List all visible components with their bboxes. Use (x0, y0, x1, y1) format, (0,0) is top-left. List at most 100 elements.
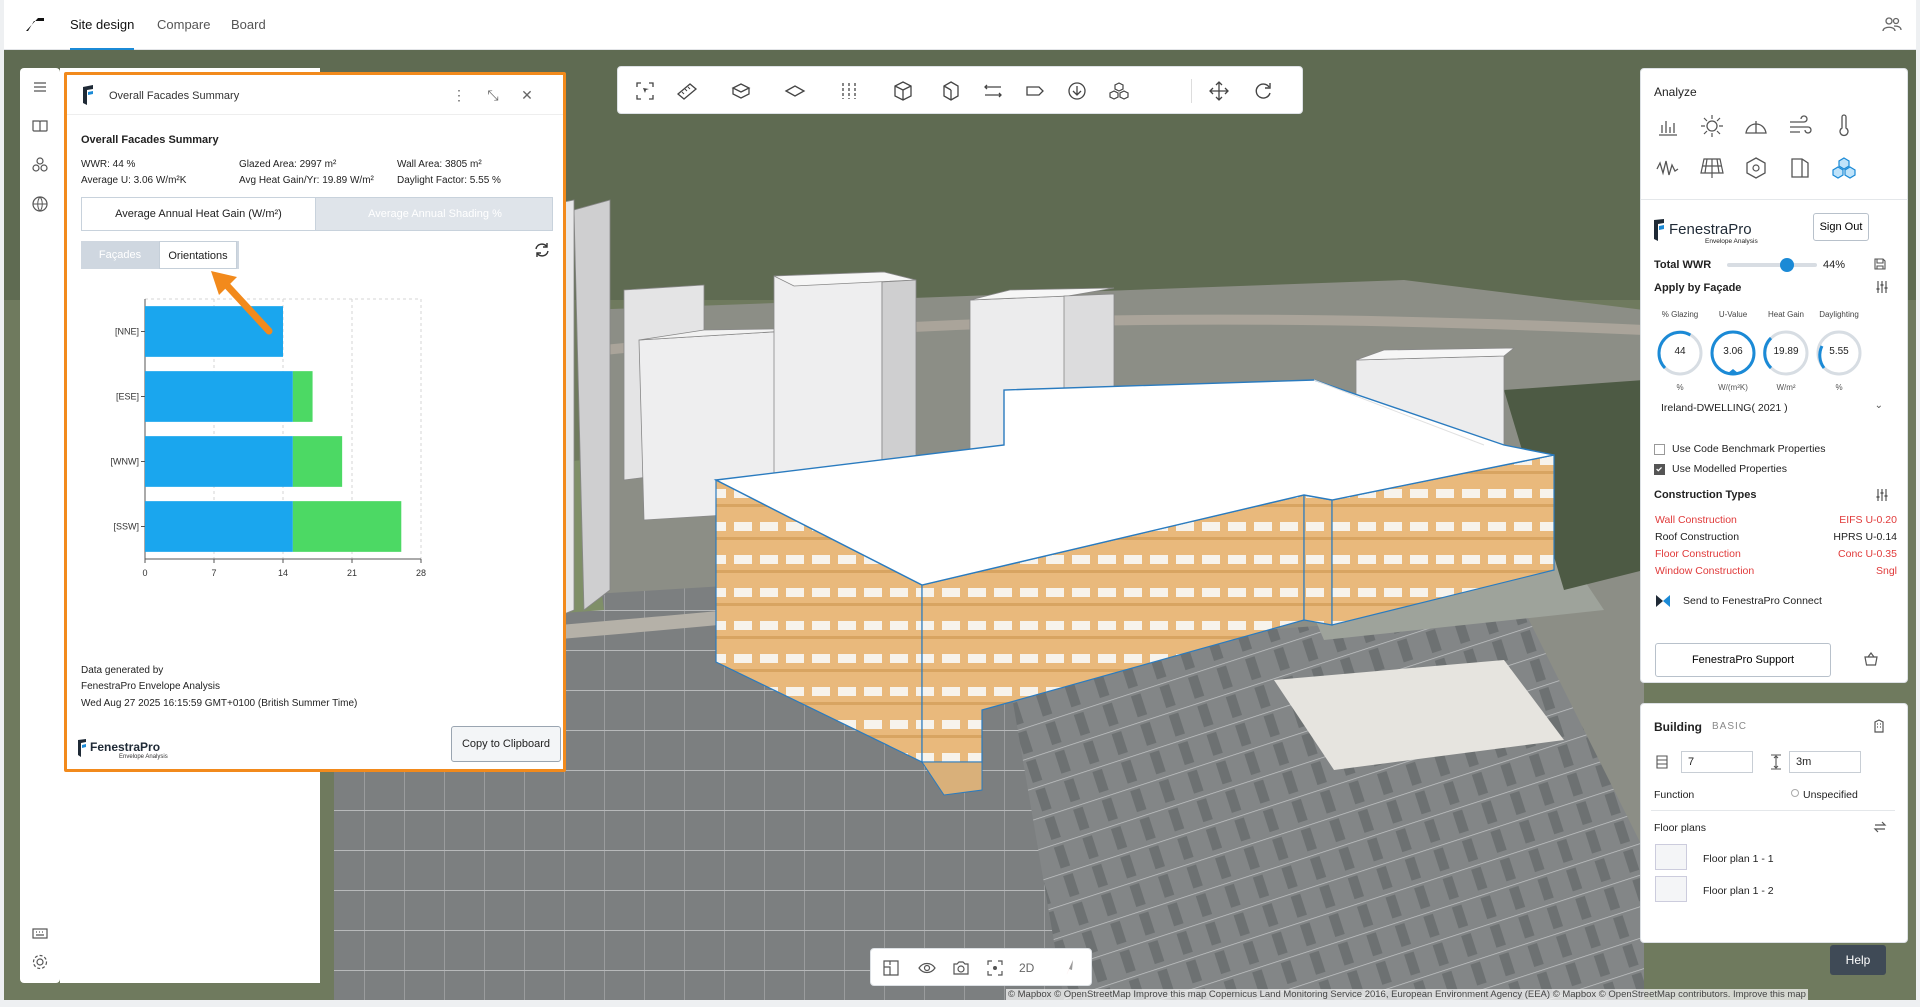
gauge-unit-glazing: % (1676, 383, 1684, 392)
refresh-icon[interactable] (533, 241, 551, 259)
slider-knob[interactable] (1779, 258, 1794, 272)
y-tick-label: [ESE] (116, 392, 139, 402)
tag-icon[interactable] (1024, 80, 1046, 102)
floor-plan-thumbnail (1655, 844, 1687, 870)
help-button[interactable]: Help (1830, 945, 1886, 975)
use-modelled-checkbox[interactable] (1654, 464, 1665, 475)
basket-icon[interactable] (1863, 651, 1879, 667)
gear-icon[interactable] (31, 953, 49, 971)
stat-wwr: WWR: 44 % (81, 159, 136, 170)
grouping-tabs: Façades Orientations (81, 241, 239, 269)
analyze-panel: Analyze FenestraPro Envelope Analysis Si… (1640, 68, 1908, 683)
facades-summary-window: Overall Facades Summary ⋮ ⤡ ✕ Overall Fa… (64, 72, 566, 772)
mode-2d-toggle[interactable]: 2D (1019, 958, 1043, 978)
tab-site-design[interactable]: Site design (70, 0, 135, 50)
floor-plan-item[interactable]: Floor plan 1 - 1 (1703, 853, 1774, 865)
focus-icon[interactable] (985, 958, 1005, 978)
column-icon[interactable] (838, 80, 860, 102)
cluster-icon[interactable] (1108, 80, 1130, 102)
construction-value[interactable]: HPRS U-0.14 (1833, 531, 1897, 543)
use-code-benchmark-checkbox[interactable] (1654, 444, 1665, 455)
gauge-value-u-value: 3.06 (1723, 346, 1743, 357)
window-title: Overall Facades Summary (109, 90, 240, 102)
collapse-icon[interactable]: ⤡ (485, 87, 501, 103)
height-input[interactable]: 3m (1789, 751, 1861, 773)
compass-icon[interactable] (1059, 958, 1079, 978)
sun-icon[interactable] (1699, 113, 1725, 139)
floors-icon (1656, 755, 1668, 769)
construction-name[interactable]: Window Construction (1655, 565, 1754, 577)
keyboard-icon[interactable] (31, 924, 49, 942)
send-to-connect-link[interactable]: Send to FenestraPro Connect (1683, 595, 1822, 607)
camera-icon[interactable] (951, 958, 971, 978)
tab-shading[interactable]: Average Annual Shading % (317, 198, 553, 230)
construction-name[interactable]: Roof Construction (1655, 531, 1739, 543)
map-attribution[interactable]: © Mapbox © OpenStreetMap Improve this ma… (1006, 989, 1808, 1000)
cube-outline-icon[interactable] (940, 80, 962, 102)
construction-value[interactable]: Conc U-0.35 (1838, 548, 1897, 560)
swap-icon[interactable] (1873, 820, 1887, 834)
divider (1641, 199, 1907, 200)
construction-value[interactable]: Sngl (1876, 565, 1897, 577)
wave-icon[interactable] (1655, 155, 1681, 181)
ruler-icon[interactable] (676, 80, 698, 102)
tab-heat-gain[interactable]: Average Annual Heat Gain (W/m²) (82, 198, 316, 230)
plane-icon[interactable] (784, 80, 806, 102)
close-icon[interactable]: ✕ (519, 87, 535, 103)
cluster-icon[interactable] (31, 156, 49, 174)
floor-plan-item[interactable]: Floor plan 1 - 2 (1703, 885, 1774, 897)
building-badge: BASIC (1712, 721, 1748, 732)
construction-name[interactable]: Wall Construction (1655, 514, 1737, 526)
function-radio[interactable] (1791, 789, 1799, 797)
download-icon[interactable] (1066, 80, 1088, 102)
bar-chart-icon[interactable] (1655, 113, 1681, 139)
save-icon[interactable] (1873, 257, 1887, 271)
floorplan-view-icon[interactable] (881, 958, 901, 978)
construction-value[interactable]: EIFS U-0.20 (1839, 514, 1897, 526)
view-tools: 2D (870, 948, 1092, 986)
building-options-icon[interactable] (1871, 718, 1887, 734)
benchmark-select[interactable]: Ireland-DWELLING( 2021 ) ⌄ (1651, 397, 1895, 421)
gauge-unit-heat-gain: W/m² (1776, 383, 1796, 392)
tab-orientations[interactable]: Orientations (159, 241, 237, 269)
book-icon[interactable] (31, 117, 49, 135)
tab-compare[interactable]: Compare (157, 0, 210, 50)
building-title: Building (1654, 720, 1702, 734)
hexagon-icon[interactable] (1743, 155, 1769, 181)
tab-facades[interactable]: Façades (81, 241, 159, 269)
function-value[interactable]: Unspecified (1803, 789, 1858, 801)
use-code-benchmark-label: Use Code Benchmark Properties (1672, 443, 1826, 455)
box-icon[interactable] (730, 80, 752, 102)
facade-icon[interactable] (1787, 155, 1813, 181)
tab-board[interactable]: Board (231, 0, 266, 50)
fenestra-icon[interactable] (1831, 155, 1857, 181)
ai-select-icon[interactable] (634, 80, 656, 102)
cube-icon[interactable] (892, 80, 914, 102)
solar-panel-icon[interactable] (1699, 155, 1725, 181)
eye-icon[interactable] (917, 958, 937, 978)
globe-icon[interactable] (31, 195, 49, 213)
shade-icon[interactable] (1743, 113, 1769, 139)
fenestra-logo-icon (83, 85, 93, 105)
collaborators-icon[interactable] (1882, 15, 1902, 33)
sign-out-button[interactable]: Sign Out (1813, 213, 1869, 241)
thermometer-icon[interactable] (1831, 113, 1857, 139)
wind-icon[interactable] (1787, 113, 1813, 139)
copy-to-clipboard-button[interactable]: Copy to Clipboard (451, 726, 561, 762)
construction-name[interactable]: Floor Construction (1655, 548, 1741, 560)
rotate-icon[interactable] (1252, 80, 1274, 102)
bowtie-icon (1656, 595, 1670, 607)
fenestra-mark-icon (78, 739, 86, 757)
floors-input[interactable]: 7 (1681, 751, 1753, 773)
fenestrapro-support-button[interactable]: FenestraPro Support (1655, 643, 1831, 677)
resize-icon[interactable] (982, 80, 1004, 102)
sliders-icon[interactable] (1875, 488, 1889, 502)
move-icon[interactable] (1208, 80, 1230, 102)
footer-line-2: FenestraPro Envelope Analysis (81, 681, 220, 692)
more-options-icon[interactable]: ⋮ (451, 87, 467, 103)
menu-icon[interactable] (31, 78, 49, 96)
gauge-unit-u-value: W/(m²K) (1718, 383, 1748, 392)
app-logo-icon[interactable] (24, 15, 46, 33)
sliders-icon[interactable] (1875, 280, 1889, 294)
total-wwr-slider[interactable] (1727, 258, 1817, 272)
